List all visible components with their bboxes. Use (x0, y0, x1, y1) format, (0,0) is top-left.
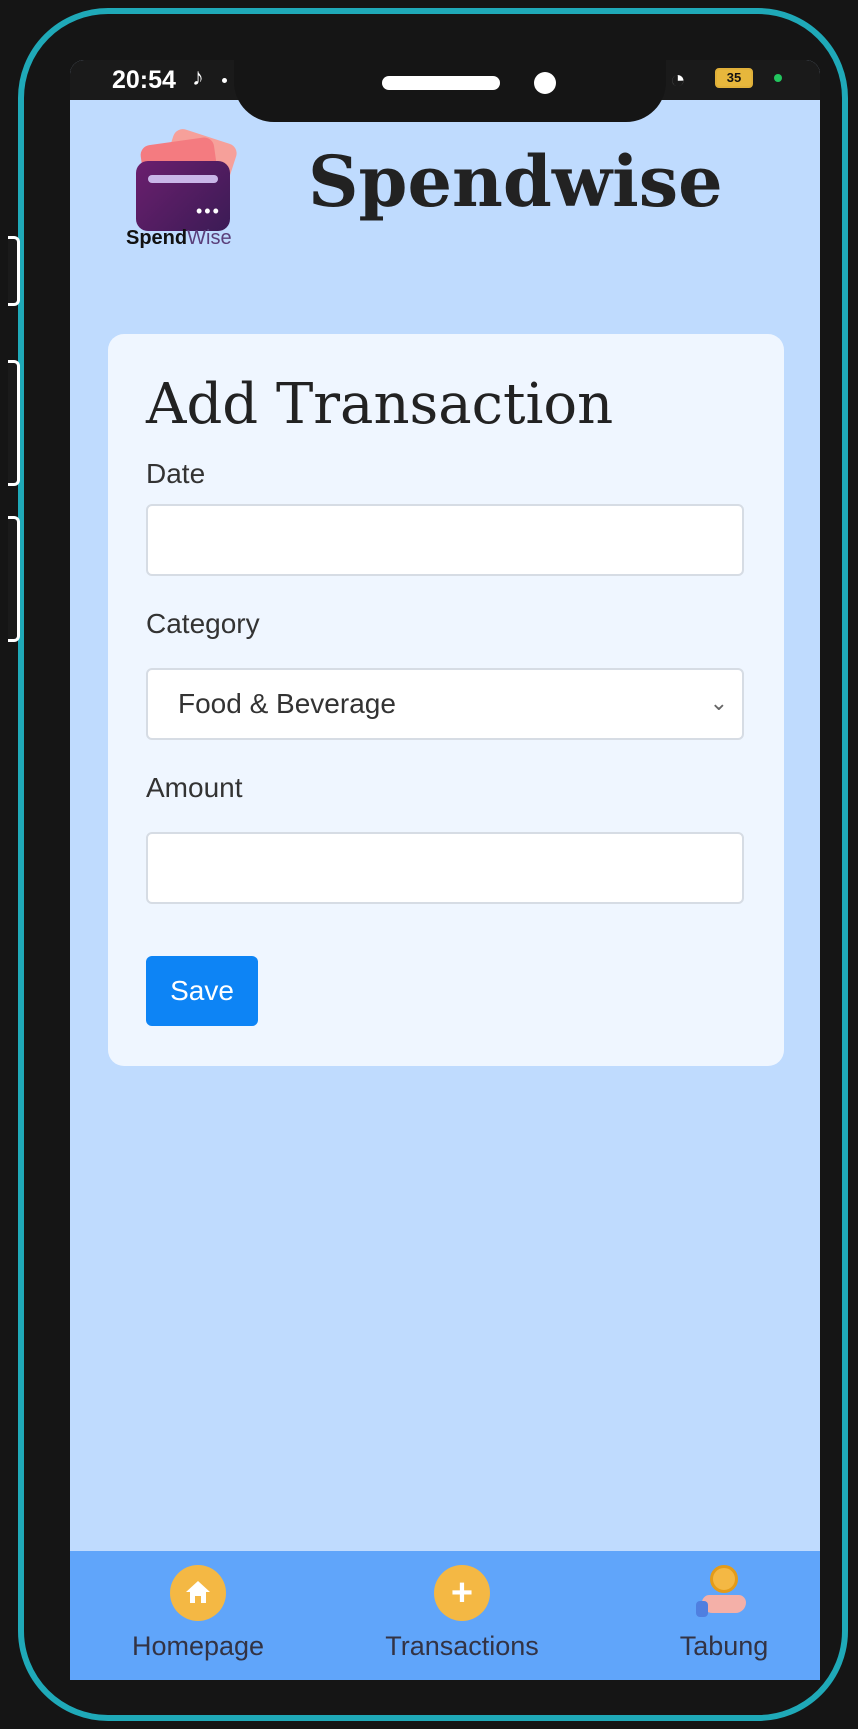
home-icon (170, 1565, 226, 1621)
app-screen: 20:54 ♪ ◔ 35 ••• SpendWise Spendwise Add… (70, 60, 820, 1680)
form-title: Add Transaction (146, 372, 614, 437)
notification-dot-icon (222, 78, 227, 83)
camera-icon (534, 72, 556, 94)
wallet-icon: ••• (136, 161, 230, 231)
logo-wordmark: SpendWise (126, 227, 232, 249)
coin-hand-icon (696, 1563, 752, 1621)
bottom-nav: Homepage + Transactions Tabung (70, 1551, 820, 1680)
category-label: Category (146, 608, 260, 639)
amount-input[interactable] (146, 832, 744, 904)
nav-label: Tabung (679, 1631, 769, 1661)
nav-item-homepage[interactable]: Homepage (98, 1551, 298, 1680)
save-button[interactable]: Save (146, 956, 258, 1026)
plus-icon: + (434, 1565, 490, 1621)
battery-icon: 35 (715, 68, 753, 88)
privacy-indicator-icon (774, 74, 782, 82)
side-button (8, 236, 20, 306)
chevron-down-icon: ⌄ (709, 690, 728, 715)
tiktok-icon: ♪ (192, 64, 204, 91)
add-transaction-card: Add Transaction Date Category Food & Bev… (108, 334, 784, 1066)
status-time: 20:54 (112, 66, 176, 94)
amount-label: Amount (146, 772, 243, 803)
category-selected-value: Food & Beverage (178, 688, 396, 719)
side-button (8, 516, 20, 642)
nav-label: Homepage (131, 1631, 265, 1661)
nav-label: Transactions (385, 1631, 539, 1661)
date-label: Date (146, 458, 206, 489)
app-logo: ••• SpendWise (126, 126, 244, 249)
nav-item-tabung[interactable]: Tabung (624, 1551, 820, 1680)
speaker-icon (382, 76, 500, 90)
category-select[interactable]: Food & Beverage ⌄ (146, 668, 744, 740)
wifi-icon: ◔ (670, 64, 686, 94)
nav-item-transactions[interactable]: + Transactions (362, 1551, 562, 1680)
date-input[interactable] (146, 504, 744, 576)
notch (234, 60, 666, 122)
side-button (8, 360, 20, 486)
app-title: Spendwise (308, 140, 723, 223)
